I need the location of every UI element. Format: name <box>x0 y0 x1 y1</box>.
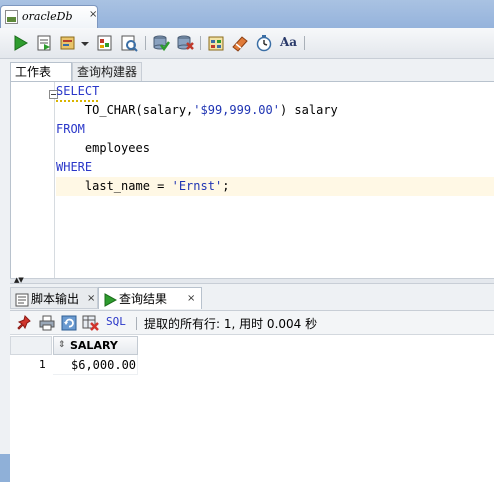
refresh-icon[interactable] <box>60 314 78 332</box>
fold-guide <box>54 82 55 278</box>
row-number: 1 <box>39 358 46 371</box>
unshared-worksheet-icon[interactable] <box>255 34 273 52</box>
output-tabs: 脚本输出 × 查询结果 × <box>10 286 494 310</box>
sql-token: TO_CHAR(salary, <box>84 103 194 117</box>
sql-history-icon[interactable] <box>207 34 225 52</box>
toolbar-separator <box>200 36 201 50</box>
sql-button[interactable]: SQL <box>106 315 126 328</box>
sql-string: '$99,999.00' <box>193 103 280 117</box>
tab-script-output[interactable]: 脚本输出 × <box>10 287 98 309</box>
column-header-label: SALARY <box>70 339 118 352</box>
table-row[interactable]: 1 $6,000.00 <box>10 355 494 375</box>
sql-tuning-icon[interactable] <box>120 34 138 52</box>
sql-keyword: FROM <box>56 122 85 136</box>
tab-query-builder[interactable]: 查询构建器 <box>72 62 142 81</box>
sql-token: ; <box>222 179 230 193</box>
close-script-output-icon[interactable]: × <box>87 288 95 310</box>
code-line: TO_CHAR(salary,'$99,999.00') salary <box>56 101 338 120</box>
row-number-header[interactable] <box>10 336 52 355</box>
rollback-icon[interactable] <box>176 34 194 52</box>
close-query-results-icon[interactable]: × <box>187 288 195 310</box>
line-gutter <box>11 82 41 278</box>
code-line: SELECT <box>56 82 99 101</box>
pin-icon[interactable] <box>16 314 34 332</box>
results-grid: ⇕ SALARY 1 $6,000.00 <box>10 335 494 482</box>
tab-query-results[interactable]: 查询结果 × <box>98 287 202 309</box>
sql-keyword: WHERE <box>56 160 93 174</box>
format-label: Aa <box>280 35 298 49</box>
tab-worksheet[interactable]: 工作表 <box>10 62 72 81</box>
document-tab-label: oracleDb <box>22 10 73 23</box>
print-icon[interactable] <box>38 314 56 332</box>
commit-icon[interactable] <box>152 34 170 52</box>
tab-script-output-label: 脚本输出 <box>31 292 80 306</box>
code-line: FROM <box>56 120 85 139</box>
document-tab-strip: oracleDb × <box>0 0 494 28</box>
toolbar-separator <box>304 36 305 50</box>
format-icon[interactable]: Aa <box>279 34 299 52</box>
explain-plan-icon[interactable] <box>96 34 114 52</box>
toolbar-separator <box>136 317 137 330</box>
document-tab-oracledb[interactable]: oracleDb × <box>0 5 98 28</box>
sql-token: ) salary <box>279 103 338 117</box>
toolbar-separator <box>145 36 146 50</box>
cell-salary[interactable]: $6,000.00 <box>53 355 138 375</box>
autotrace-icon[interactable] <box>59 34 77 52</box>
close-tab-icon[interactable]: × <box>89 9 97 20</box>
sql-string: 'Ernst' <box>171 179 223 193</box>
pane-splitter[interactable] <box>10 278 494 284</box>
sort-icon: ⇕ <box>58 340 66 350</box>
sql-token: last_name = <box>84 179 172 193</box>
sql-editor[interactable]: SELECT TO_CHAR(salary,'$99,999.00') sala… <box>10 81 494 278</box>
worksheet-toolbar: Aa <box>0 28 494 59</box>
code-line: last_name = 'Ernst'; <box>56 177 494 196</box>
fetch-status-text: 提取的所有行: 1, 用时 0.004 秒 <box>144 317 318 331</box>
worksheet-subtabs: 工作表 查询构建器 <box>0 59 494 81</box>
run-script-icon[interactable] <box>35 34 53 52</box>
worksheet-panel: Aa 工作表 查询构建器 SELECT TO_CHAR(salary,'$99,… <box>0 28 494 482</box>
sql-token: employees <box>84 141 150 155</box>
dropdown-icon[interactable] <box>80 34 90 52</box>
sql-file-icon <box>5 10 18 24</box>
splitter-arrows-icon[interactable]: ▲▼ <box>14 277 24 284</box>
tab-query-results-label: 查询结果 <box>119 292 168 306</box>
results-toolbar: SQL 提取的所有行: 1, 用时 0.004 秒 <box>10 310 494 335</box>
code-line: WHERE <box>56 158 92 177</box>
sql-keyword: SELECT <box>56 84 100 98</box>
clear-icon[interactable] <box>231 34 249 52</box>
grid-header-row: ⇕ SALARY <box>10 335 494 355</box>
cancel-fetch-icon[interactable] <box>82 314 100 332</box>
column-header-salary[interactable]: ⇕ SALARY <box>53 336 138 355</box>
run-statement-icon[interactable] <box>11 34 29 52</box>
code-line: employees <box>56 139 150 158</box>
